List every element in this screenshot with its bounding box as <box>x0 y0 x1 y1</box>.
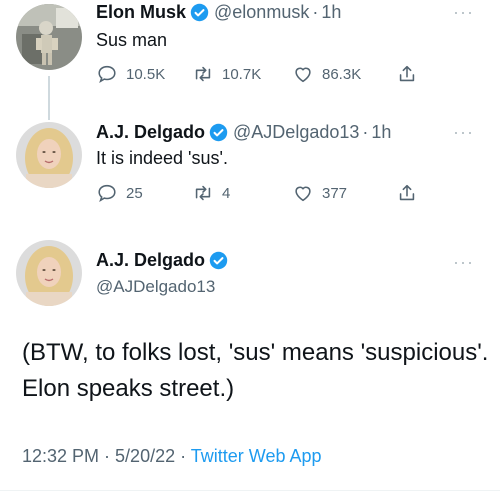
verified-badge-icon <box>209 251 228 270</box>
retweet-icon <box>195 66 211 82</box>
reply-icon <box>98 65 116 84</box>
separator-dot: · <box>362 122 369 142</box>
heart-icon <box>295 186 311 202</box>
tweet-time[interactable]: 1h <box>321 2 341 23</box>
like-button[interactable]: 377 <box>292 182 396 204</box>
tweet-text: Sus man <box>96 30 168 50</box>
thread-line <box>48 76 50 120</box>
share-icon <box>399 65 415 82</box>
like-button[interactable]: 86.3K <box>292 63 396 85</box>
avatar[interactable] <box>16 240 82 306</box>
reply-button[interactable]: 10.5K <box>96 63 192 85</box>
like-count: 86.3K <box>322 65 362 83</box>
share-icon <box>399 184 415 201</box>
retweet-button[interactable]: 4 <box>192 182 292 204</box>
tweet-time[interactable]: 1h <box>371 122 391 143</box>
more-options-icon[interactable]: ··· <box>453 252 474 273</box>
user-handle[interactable]: @AJDelgado13 <box>96 277 215 297</box>
like-count: 377 <box>322 184 348 202</box>
divider <box>0 490 500 491</box>
reply-count: 25 <box>126 184 143 202</box>
user-handle[interactable]: @AJDelgado13 <box>233 122 359 143</box>
user-handle[interactable]: @elonmusk <box>214 2 309 23</box>
retweet-count: 4 <box>222 184 231 202</box>
tweet-timestamp[interactable]: 12:32 PM · 5/20/22 · <box>22 446 191 466</box>
robot-figure-avatar-icon <box>16 4 82 70</box>
reply-count: 10.5K <box>126 65 166 83</box>
woman-portrait-avatar-icon <box>16 122 82 188</box>
heart-icon <box>295 67 311 83</box>
avatar[interactable] <box>16 122 82 188</box>
more-options-icon[interactable]: ··· <box>453 2 474 23</box>
display-name[interactable]: Elon Musk <box>96 2 186 23</box>
share-button[interactable] <box>396 63 426 85</box>
verified-badge-icon <box>190 3 209 22</box>
verified-badge-icon <box>209 123 228 142</box>
more-options-icon[interactable]: ··· <box>453 122 474 143</box>
display-name[interactable]: A.J. Delgado <box>96 250 205 271</box>
tweet-metadata: 12:32 PM · 5/20/22 · Twitter Web App <box>22 446 322 467</box>
display-name[interactable]: A.J. Delgado <box>96 122 205 143</box>
share-button[interactable] <box>396 182 426 204</box>
woman-portrait-avatar-icon <box>16 240 82 306</box>
retweet-count: 10.7K <box>222 65 262 83</box>
main-tweet-text: (BTW, to folks lost, 'sus' means 'suspic… <box>22 339 489 402</box>
avatar[interactable] <box>16 4 82 70</box>
reply-icon <box>98 184 116 203</box>
reply-button[interactable]: 25 <box>96 182 192 204</box>
tweet-source-link[interactable]: Twitter Web App <box>191 446 322 466</box>
tweet-text: It is indeed 'sus'. <box>96 148 228 168</box>
retweet-icon <box>195 185 211 201</box>
separator-dot: · <box>312 2 319 22</box>
retweet-button[interactable]: 10.7K <box>192 63 292 85</box>
